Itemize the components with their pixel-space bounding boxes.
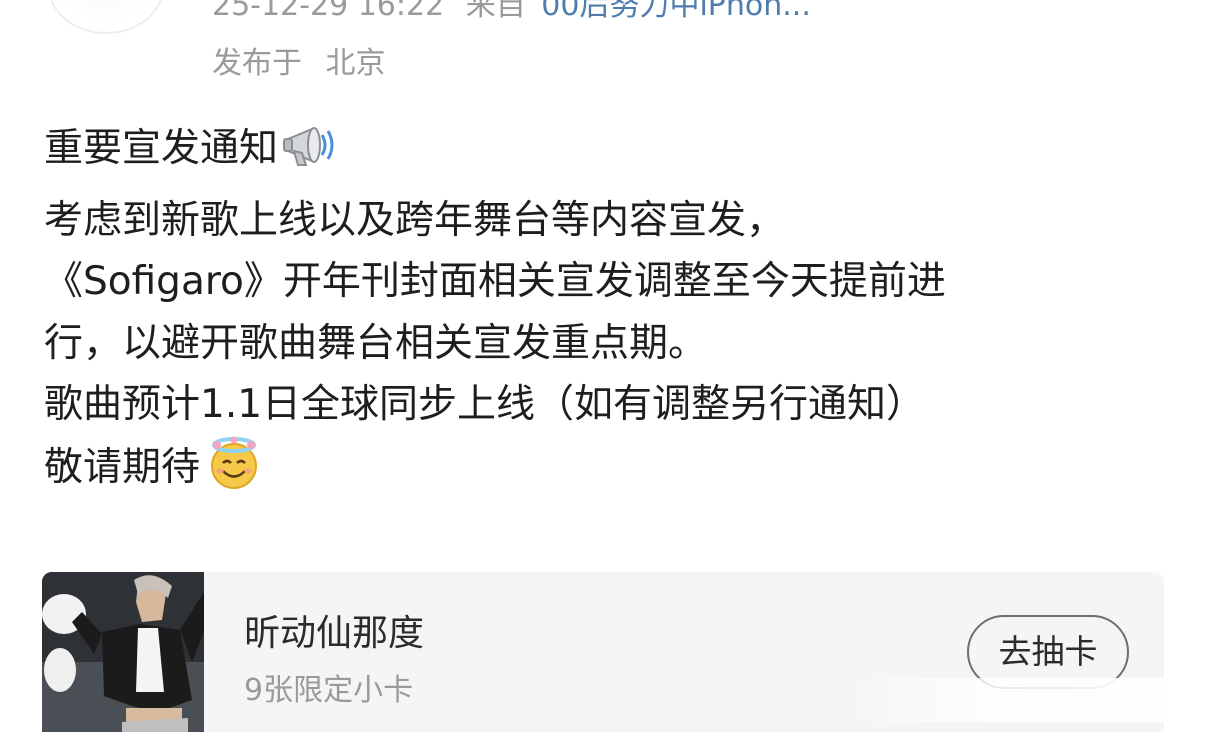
location-city: 北京	[325, 46, 386, 81]
user-avatar[interactable]	[48, 0, 164, 34]
megaphone-icon	[282, 121, 338, 190]
card-thumbnail	[42, 572, 204, 732]
post-meta: 25-12-29 16:22 来自 00后努力中iPhon...	[212, 0, 811, 23]
post-line-text: 敬请期待	[44, 444, 201, 490]
post-content: 重要宣发通知 考虑到新歌上线以及跨年舞台等内容宣发， 《Sofigaro》开年刊…	[44, 118, 1154, 508]
post-line-1: 重要宣发通知	[44, 118, 1154, 190]
smiling-face-with-halo-icon	[204, 436, 264, 509]
post-time: 25-12-29 16:22	[212, 0, 445, 23]
post-line-3: 《Sofigaro》开年刊封面相关宣发调整至今天提前进	[44, 259, 946, 304]
source-prefix: 来自	[465, 0, 526, 23]
performer-photo	[42, 572, 204, 732]
device-link[interactable]: 00后努力中iPhon...	[541, 0, 811, 23]
card-title: 昕动仙那度	[244, 613, 425, 654]
post-line-2: 考虑到新歌上线以及跨年舞台等内容宣发，	[44, 197, 786, 243]
bottom-fade-overlay	[846, 678, 1206, 722]
weibo-post-page: 25-12-29 16:22 来自 00后努力中iPhon... 发布于 北京 …	[0, 0, 1206, 732]
post-line-text: 重要宣发通知	[44, 126, 279, 171]
post-line-5: 歌曲预计1.1日全球同步上线（如有调整另行通知）	[44, 382, 926, 427]
location-prefix: 发布于	[212, 46, 302, 81]
post-line-6: 敬请期待	[44, 436, 1154, 509]
card-subtitle: 9张限定小卡	[244, 673, 414, 708]
post-location: 发布于 北京	[212, 38, 386, 82]
post-line-4: 行，以避开歌曲舞台相关宣发重点期。	[44, 320, 708, 366]
